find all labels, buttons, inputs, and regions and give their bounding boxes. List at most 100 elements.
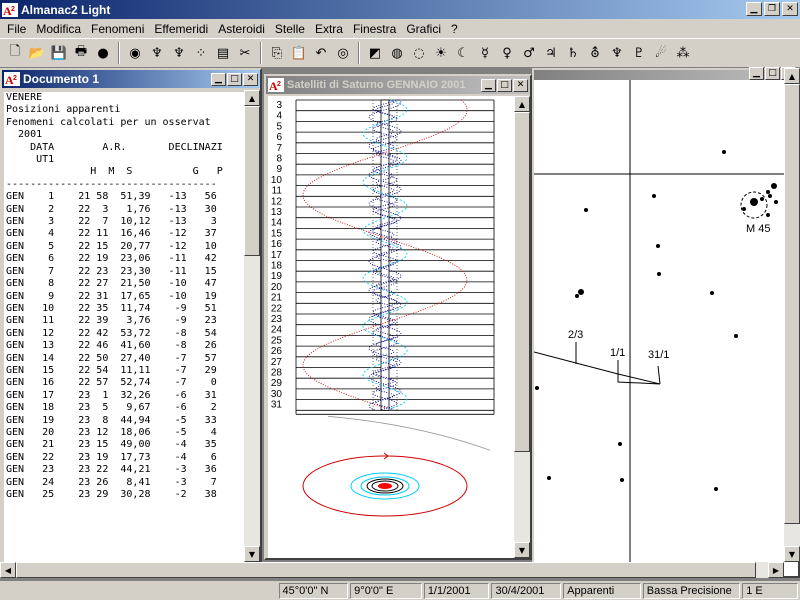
saturn-button[interactable]: ♄ [562,42,584,64]
scroll-thumb[interactable] [244,106,260,256]
scroll-down-button[interactable]: ▼ [244,546,260,562]
menu-asteroidi[interactable]: Asteroidi [213,22,270,36]
venus-button[interactable]: ♀ [496,42,518,64]
scroll-thumb[interactable] [16,562,756,578]
figure2-icon: ♆ [173,45,185,61]
print-button[interactable]: 🖶 [70,42,92,64]
map-label: 1/1 [610,347,625,359]
new-button[interactable]: 🗋 [4,42,26,64]
doc-minimize-button[interactable]: ▁ [211,72,226,86]
moon-button[interactable]: ☾ [452,42,474,64]
doc-maximize-button[interactable]: □ [227,72,242,86]
cut-button[interactable]: ✂ [234,42,256,64]
moon-icon: ☾ [457,45,469,61]
document-line: ----------------------------------- [6,178,217,190]
scroll-left-button[interactable]: ◀ [0,562,16,578]
menu-extra[interactable]: Extra [310,22,348,36]
document-text[interactable]: VENERE Posizioni apparenti Fenomeni calcol… [4,92,244,562]
day-label: 25 [271,335,283,346]
almanac-a-icon: A2 [2,2,18,17]
star-map[interactable]: M 45 2/3 1/1 31/1 [534,80,798,576]
day-label: 11 [272,186,283,197]
mars-button[interactable]: ♂ [518,42,540,64]
paste-button[interactable]: 📋 [288,42,310,64]
close-button[interactable]: ✕ [782,2,798,16]
document-title: Documento 1 [23,72,100,86]
doc-close-button[interactable]: ✕ [243,72,258,86]
saturn-icon: ♄ [567,45,579,61]
ring-button[interactable]: ◍ [386,42,408,64]
table-row: GEN 22 23 19 17,73 -4 6 [6,451,217,463]
menu-effemeridi[interactable]: Effemeridi [149,22,213,36]
mercury-button[interactable]: ☿ [474,42,496,64]
mdi-vscrollbar[interactable]: ▲ ▼ [784,68,800,562]
menu-grafici[interactable]: Grafici [401,22,446,36]
status-cell: Bassa Precisione [642,583,741,599]
figure2-button[interactable]: ♆ [168,42,190,64]
pluto-button[interactable]: ♇ [628,42,650,64]
sunset-icon: ◩ [368,45,382,61]
saturn-titlebar[interactable]: A2 Satelliti di Saturno GENNAIO 2001 ▁ □… [266,76,530,94]
day-label: 27 [271,357,283,368]
day-label: 6 [276,132,282,143]
scroll-up-button[interactable]: ▲ [514,96,530,112]
jupiter-button[interactable]: ♃ [540,42,562,64]
starmap-minimize-button[interactable]: ▁ [749,66,764,80]
star [547,476,551,480]
scroll-up-button[interactable]: ▲ [244,90,260,106]
day-label: 29 [271,378,283,389]
planet-button[interactable]: ◎ [332,42,354,64]
menu-fenomeni[interactable]: Fenomeni [86,22,149,36]
open-button[interactable]: 📂 [26,42,48,64]
star [722,150,726,154]
figure-icon: ♆ [151,45,163,61]
copy-button[interactable]: ⎘ [266,42,288,64]
menu-help[interactable]: ? [446,22,463,36]
eye-button[interactable]: ◉ [124,42,146,64]
uranus-icon: ⛢ [590,45,600,61]
sun-button[interactable]: ☀ [430,42,452,64]
undo-button[interactable]: ↶ [310,42,332,64]
table-row: GEN 12 22 42 53,72 -8 54 [6,327,217,339]
star [768,194,772,198]
dots-button[interactable]: ⁘ [190,42,212,64]
saturn-maximize-button[interactable]: □ [497,78,512,92]
menu-file[interactable]: File [2,22,31,36]
scroll-thumb[interactable] [784,84,800,524]
saturn-vscrollbar[interactable]: ▲ ▼ [514,96,530,558]
saturn-minimize-button[interactable]: ▁ [481,78,496,92]
figure-button[interactable]: ♆ [146,42,168,64]
menu-modifica[interactable]: Modifica [31,22,86,36]
orbit-button[interactable]: ◌ [408,42,430,64]
comet-button[interactable]: ☄ [650,42,672,64]
scroll-down-button[interactable]: ▼ [784,546,800,562]
table-row: GEN 1 21 58 51,39 -13 56 [6,191,217,203]
scroll-thumb[interactable] [514,112,530,452]
save-button[interactable]: 💾 [48,42,70,64]
starmap-maximize-button[interactable]: □ [765,66,780,80]
minimize-button[interactable]: ▁ [746,2,762,16]
orbit-icon: ◌ [413,45,425,61]
document-vscrollbar[interactable]: ▲ ▼ [244,90,260,562]
scroll-up-button[interactable]: ▲ [784,68,800,84]
scroll-right-button[interactable]: ▶ [768,562,784,578]
table-row: GEN 3 22 7 10,12 -13 3 [6,216,217,228]
uranus-button[interactable]: ⛢ [584,42,606,64]
restore-button[interactable]: ❐ [764,2,780,16]
starmap-titlebar[interactable]: ▁ □ ✕ [534,66,798,80]
menu-stelle[interactable]: Stelle [270,22,310,36]
neptune-button[interactable]: ♆ [606,42,628,64]
star [766,190,770,194]
document-titlebar[interactable]: A2 Documento 1 ▁ □ ✕ [2,70,260,88]
day-label: 18 [271,261,283,272]
menu-finestra[interactable]: Finestra [348,22,401,36]
map-label: 31/1 [648,349,669,361]
sunset-button[interactable]: ◩ [364,42,386,64]
saturn-close-button[interactable]: ✕ [513,78,528,92]
scroll-down-button[interactable]: ▼ [514,542,530,558]
stars-button[interactable]: ⁂ [672,42,694,64]
star [618,442,622,446]
mars-map-button[interactable]: ● [92,42,114,64]
book-button[interactable]: ▤ [212,42,234,64]
mdi-hscrollbar[interactable]: ◀ ▶ [0,562,784,578]
